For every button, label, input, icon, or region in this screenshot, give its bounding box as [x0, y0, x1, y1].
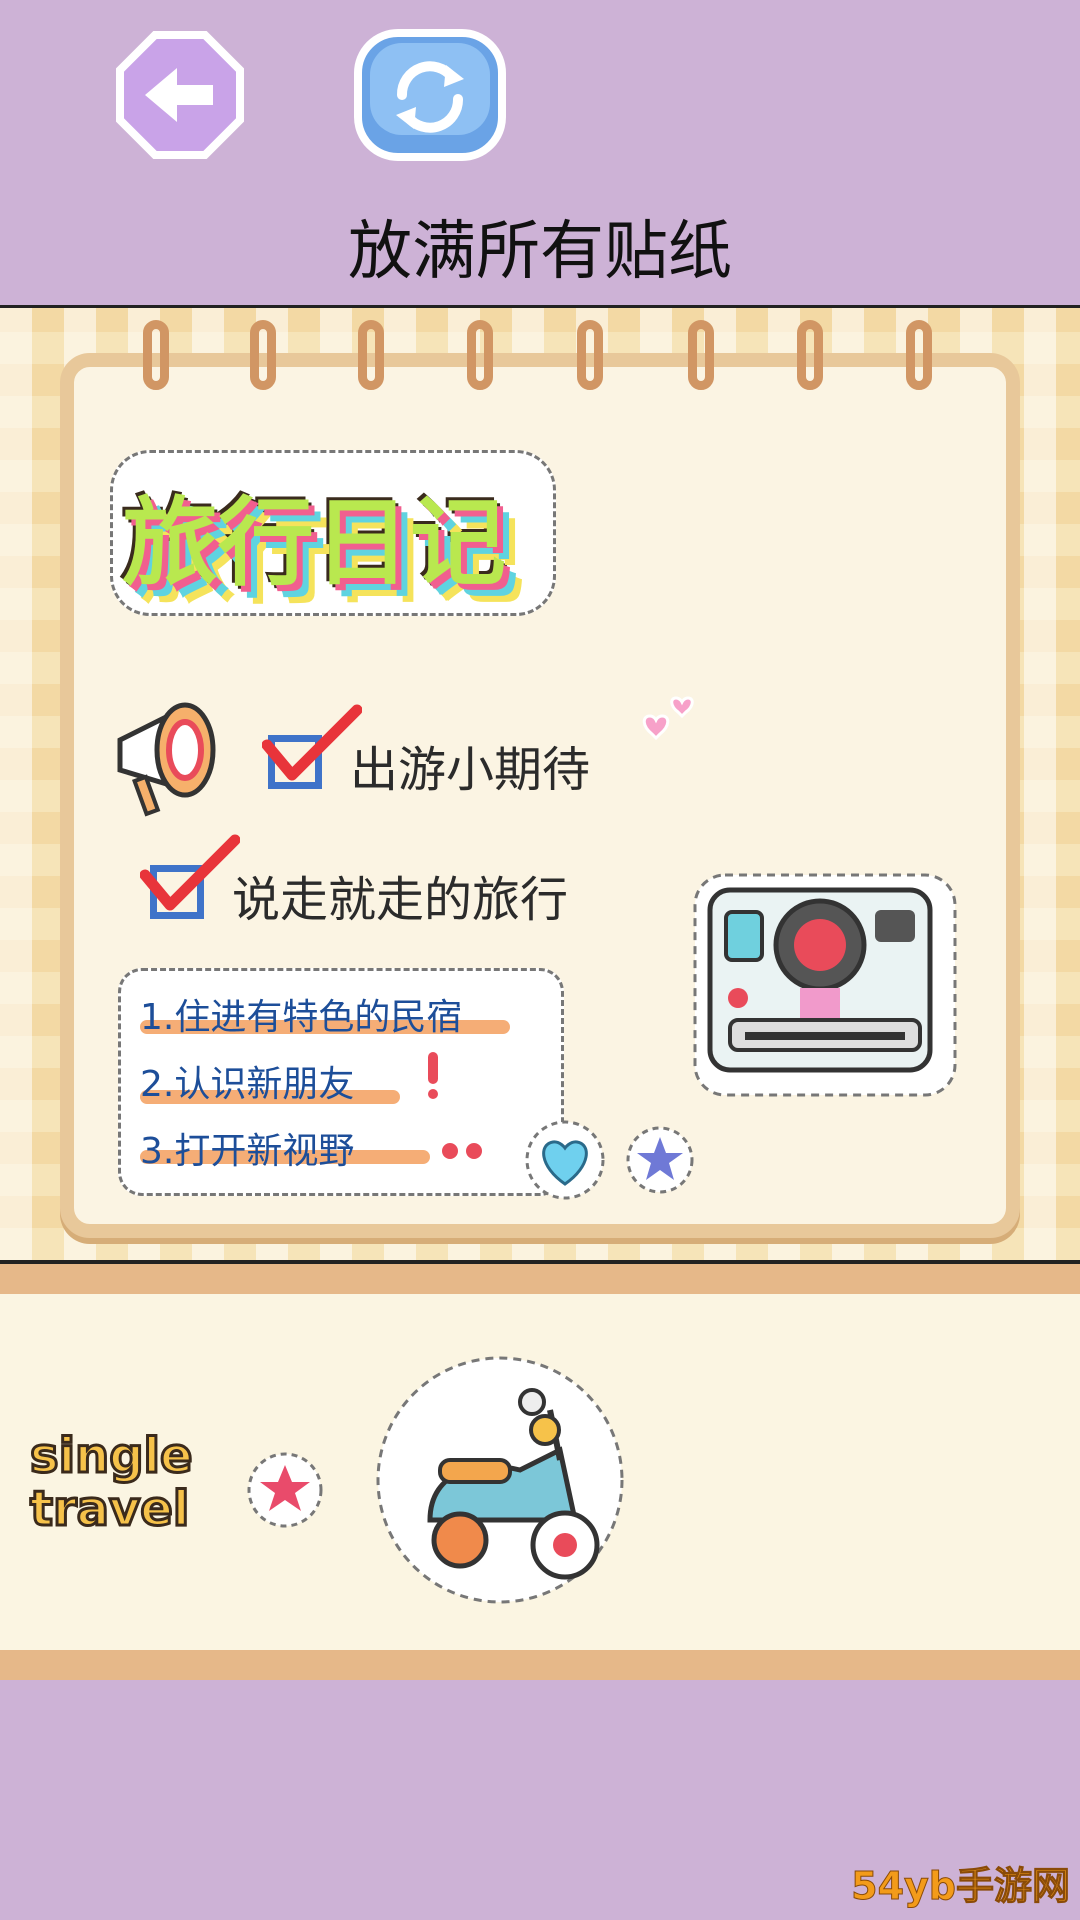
check-item-label: 说走就走的旅行: [232, 872, 569, 928]
list-item: 3.打开新视野: [140, 1131, 355, 1172]
scooter-sticker[interactable]: [370, 1350, 630, 1614]
sticker-text-line: single: [29, 1428, 195, 1484]
checkmark-icon: [139, 830, 241, 924]
scooter-icon: [376, 1356, 624, 1604]
diary-title-text: 旅行日记: [122, 487, 506, 599]
single-travel-sticker[interactable]: single travel: [29, 1428, 195, 1537]
notebook-ring: [797, 320, 823, 390]
notebook-ring: [577, 320, 603, 390]
back-arrow-icon: [116, 31, 244, 159]
star-icon: [247, 1452, 323, 1528]
camera-icon: [693, 873, 957, 1097]
camera-sticker[interactable]: [690, 870, 960, 1104]
star-sticker[interactable]: [245, 1450, 325, 1534]
refresh-button[interactable]: [350, 25, 510, 165]
heart-sticker[interactable]: [525, 1120, 605, 1204]
notebook-ring: [358, 320, 384, 390]
heart-icon: [525, 1120, 605, 1200]
sticker-text-line: travel: [29, 1480, 191, 1537]
site-watermark: 54yb手游网: [851, 1864, 1071, 1909]
notebook-ring: [688, 320, 714, 390]
notebook-ring: [143, 320, 169, 390]
hearts-icon: [640, 690, 700, 754]
star-icon: [626, 1126, 694, 1194]
list-item: 1.住进有特色的民宿: [140, 997, 463, 1038]
checkmark-icon: [261, 700, 363, 794]
star-sticker[interactable]: [625, 1125, 695, 1199]
notebook-ring: [906, 320, 932, 390]
notebook-ring: [467, 320, 493, 390]
back-button[interactable]: [115, 30, 245, 160]
refresh-icon: [354, 29, 506, 161]
eyes-icon: [438, 1135, 488, 1169]
megaphone-sticker[interactable]: [110, 690, 240, 824]
megaphone-icon: [117, 702, 216, 817]
level-title: 放满所有贴纸: [348, 215, 732, 289]
exclamation-icon: [418, 1050, 448, 1104]
list-item: 2.认识新朋友: [140, 1064, 355, 1105]
check-item-label: 出游小期待: [350, 742, 591, 798]
notebook-ring: [250, 320, 276, 390]
